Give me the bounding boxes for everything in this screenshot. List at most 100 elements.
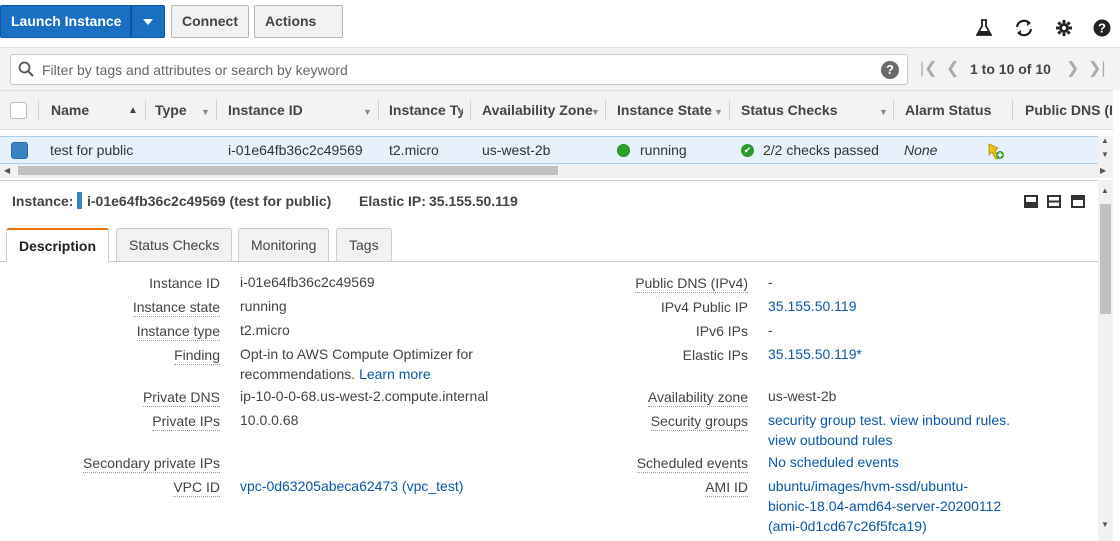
chevron-down-icon: ▼ bbox=[363, 107, 372, 117]
scroll-down-icon[interactable]: ▼ bbox=[1101, 150, 1109, 159]
column-header-name[interactable]: Name bbox=[51, 91, 89, 129]
toolbar: Launch Instance Connect Actions ? bbox=[0, 0, 1120, 57]
scheduled-events-link[interactable]: No scheduled events bbox=[768, 452, 899, 472]
vpc-id-link[interactable]: vpc-0d63205abeca62473 (vpc_test) bbox=[240, 476, 463, 496]
check-passed-icon: ✔ bbox=[741, 144, 754, 157]
previous-page-icon[interactable]: ❮ bbox=[946, 60, 959, 78]
elastic-ips-link[interactable]: 35.155.50.119* bbox=[768, 344, 862, 364]
column-header-instance-id[interactable]: Instance ID bbox=[228, 91, 303, 129]
cell-name: test for public bbox=[50, 142, 134, 158]
details-vertical-scrollbar[interactable]: ▲ ▼ bbox=[1098, 180, 1113, 541]
security-groups-value: security group test. view inbound rules.… bbox=[768, 410, 1036, 450]
scroll-right-icon[interactable]: ▶ bbox=[1100, 166, 1106, 175]
view-outbound-rules-link[interactable]: view outbound rules bbox=[768, 432, 893, 448]
public-dns-label: Public DNS (IPv4) bbox=[635, 275, 748, 293]
scheduled-events-label: Scheduled events bbox=[636, 455, 748, 473]
column-header-status-checks[interactable]: Status Checks bbox=[741, 91, 837, 129]
secondary-private-ips-label: Secondary private IPs bbox=[83, 455, 220, 473]
finding-label: Finding bbox=[174, 347, 220, 365]
ipv4-public-ip-link[interactable]: 35.155.50.119 bbox=[768, 296, 857, 316]
finding-text: Opt-in to AWS Compute Optimizer for reco… bbox=[240, 346, 473, 382]
tab-monitoring[interactable]: Monitoring bbox=[238, 228, 330, 262]
refresh-icon[interactable] bbox=[1013, 19, 1035, 41]
table-header: Name ▲ Type ▼ Instance ID ▼ Instance Ty … bbox=[0, 90, 1113, 130]
flask-icon[interactable] bbox=[973, 19, 995, 41]
availability-zone-label: Availability zone bbox=[647, 389, 748, 407]
column-header-public-dns[interactable]: Public DNS (IP bbox=[1025, 91, 1113, 129]
scrollbar-thumb[interactable] bbox=[1100, 204, 1111, 314]
instance-type-label: Instance type bbox=[136, 323, 220, 341]
chevron-down-icon: ▼ bbox=[714, 107, 723, 117]
chevron-down-icon: ▼ bbox=[591, 107, 600, 117]
instance-id-label: Instance ID bbox=[149, 275, 220, 291]
scroll-up-icon[interactable]: ▲ bbox=[1101, 186, 1109, 195]
launch-options-dropdown[interactable] bbox=[131, 5, 165, 38]
create-alarm-icon[interactable] bbox=[987, 142, 1005, 163]
search-box[interactable]: ? bbox=[10, 54, 908, 85]
table-vertical-scrollbar[interactable]: ▲ ▼ bbox=[1098, 136, 1113, 164]
instance-label: Instance: bbox=[12, 193, 74, 209]
column-header-type[interactable]: Type bbox=[155, 91, 187, 129]
tab-tags[interactable]: Tags bbox=[336, 228, 392, 262]
search-input[interactable] bbox=[40, 59, 860, 81]
first-page-icon[interactable]: |❮ bbox=[920, 60, 938, 78]
tab-status-checks[interactable]: Status Checks bbox=[116, 228, 233, 262]
gear-icon[interactable] bbox=[1053, 19, 1075, 41]
ipv6-ips-label: IPv6 IPs bbox=[695, 323, 748, 339]
chevron-down-icon: ▼ bbox=[201, 107, 210, 117]
cell-alarm-status: None bbox=[904, 142, 938, 158]
private-dns-label: Private DNS bbox=[142, 389, 220, 407]
vpc-id-label: VPC ID bbox=[173, 479, 220, 497]
row-checkbox[interactable] bbox=[11, 142, 28, 159]
launch-instance-button[interactable]: Launch Instance bbox=[0, 5, 131, 38]
view-inbound-rules-link[interactable]: view inbound rules. bbox=[890, 412, 1010, 428]
security-groups-label: Security groups bbox=[650, 413, 748, 431]
cell-status-checks: 2/2 checks passed bbox=[763, 142, 879, 158]
select-all-checkbox[interactable] bbox=[10, 102, 27, 119]
ami-id-link[interactable]: ubuntu/images/hvm-ssd/ubuntu-bionic-18.0… bbox=[768, 476, 1008, 536]
chevron-down-icon bbox=[143, 19, 153, 26]
security-group-link[interactable]: security group test. bbox=[768, 412, 886, 428]
learn-more-link[interactable]: Learn more bbox=[359, 366, 431, 382]
svg-text:?: ? bbox=[1098, 21, 1106, 36]
private-ips-label: Private IPs bbox=[152, 413, 220, 431]
instance-state-label: Instance state bbox=[132, 299, 220, 317]
table-row[interactable]: test for public i-01e64fb36c2c49569 t2.m… bbox=[0, 136, 1098, 164]
column-header-instance-state[interactable]: Instance State bbox=[617, 91, 712, 129]
actions-button[interactable]: Actions bbox=[254, 5, 343, 57]
pagination-text: 1 to 10 of 10 bbox=[970, 61, 1051, 77]
ipv6-ips-value: - bbox=[768, 322, 773, 338]
scroll-left-icon[interactable]: ◀ bbox=[4, 166, 10, 175]
cell-instance-id: i-01e64fb36c2c49569 bbox=[228, 142, 363, 158]
search-icon bbox=[18, 61, 34, 80]
column-header-alarm-status[interactable]: Alarm Status bbox=[905, 91, 991, 129]
next-page-icon[interactable]: ❯ bbox=[1066, 60, 1079, 78]
elastic-ip-value: 35.155.50.119 bbox=[429, 193, 518, 209]
scrollbar-thumb[interactable] bbox=[18, 166, 558, 175]
selection-marker bbox=[77, 192, 82, 209]
tab-description[interactable]: Description bbox=[6, 228, 109, 262]
instance-title: i-01e64fb36c2c49569 (test for public) bbox=[87, 193, 332, 209]
chevron-down-icon: ▼ bbox=[879, 107, 888, 117]
connect-button[interactable]: Connect bbox=[171, 5, 249, 38]
column-header-instance-type[interactable]: Instance Ty bbox=[389, 91, 463, 129]
private-ips-value: 10.0.0.68 bbox=[240, 412, 299, 428]
cell-availability-zone: us-west-2b bbox=[482, 142, 551, 158]
availability-zone-value: us-west-2b bbox=[768, 388, 837, 404]
private-dns-value: ip-10-0-0-68.us-west-2.compute.internal bbox=[240, 388, 489, 404]
search-help-icon[interactable]: ? bbox=[881, 61, 899, 79]
scroll-up-icon[interactable]: ▲ bbox=[1101, 136, 1109, 145]
ami-id-label: AMI ID bbox=[705, 479, 748, 497]
panel-minimize-icon[interactable] bbox=[1024, 195, 1038, 208]
table-horizontal-scrollbar[interactable]: ◀ ▶ bbox=[0, 164, 1113, 178]
running-status-icon bbox=[617, 144, 630, 157]
finding-value: Opt-in to AWS Compute Optimizer for reco… bbox=[240, 344, 490, 384]
last-page-icon[interactable]: ❯| bbox=[1088, 60, 1106, 78]
elastic-ips-label: Elastic IPs bbox=[682, 347, 748, 363]
scroll-down-icon[interactable]: ▼ bbox=[1101, 520, 1109, 529]
panel-maximize-icon[interactable] bbox=[1071, 195, 1085, 208]
column-header-availability-zone[interactable]: Availability Zone bbox=[482, 91, 593, 129]
panel-split-icon[interactable] bbox=[1047, 195, 1061, 208]
actions-label: Actions bbox=[265, 13, 317, 29]
help-icon[interactable]: ? bbox=[1091, 19, 1113, 41]
